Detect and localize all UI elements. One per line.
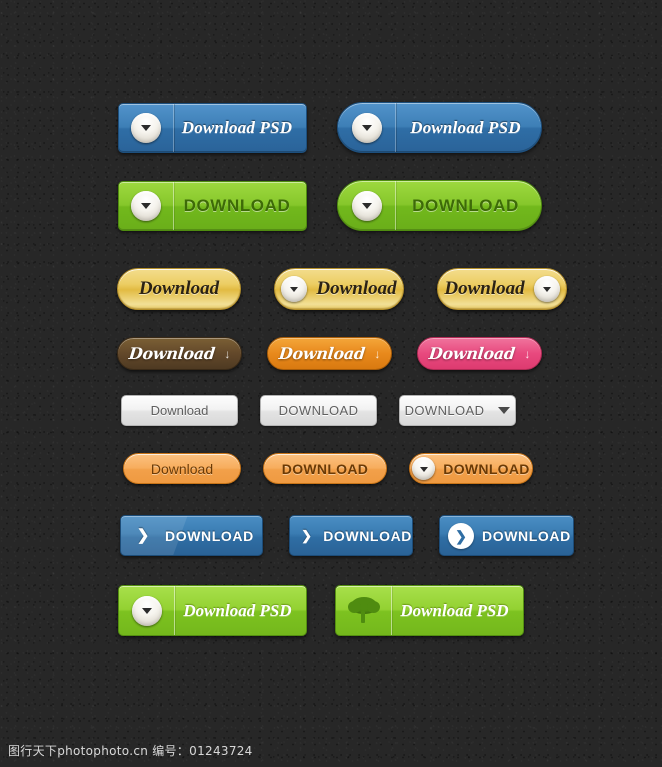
button-label: Download xyxy=(427,344,516,363)
button-blue-psd-square[interactable]: Download PSD xyxy=(118,102,307,153)
button-blue-psd-rounded[interactable]: Download PSD xyxy=(337,102,542,153)
button-label: DOWNLOAD xyxy=(482,527,571,544)
button-script-brown[interactable]: Download ↓ xyxy=(117,337,242,370)
button-script-orange[interactable]: Download ↓ xyxy=(267,337,392,370)
button-label: DOWNLOAD xyxy=(278,403,359,418)
button-label: Download xyxy=(138,278,220,299)
chevron-right-icon: ❯ xyxy=(136,527,150,544)
row-script: Download ↓ Download ↓ Download ↓ xyxy=(117,337,542,370)
button-label: Download PSD xyxy=(181,117,293,137)
button-label: DOWNLOAD xyxy=(443,460,530,477)
row-blue-psd: Download PSD Download PSD xyxy=(118,102,542,153)
button-green-download-rounded[interactable]: DOWNLOAD xyxy=(337,180,542,231)
row-gray: Download DOWNLOAD DOWNLOAD xyxy=(121,395,516,426)
watermark-footer: 图行天下photophoto.cn 编号：01243724 xyxy=(8,744,253,758)
row-blue-arrow: ❯ DOWNLOAD ❯ DOWNLOAD ❯ DOWNLOAD xyxy=(120,515,574,556)
chevron-down-circle-icon xyxy=(338,103,396,152)
button-orange-title-case[interactable]: Download xyxy=(123,453,241,484)
button-green-download-square[interactable]: DOWNLOAD xyxy=(118,180,307,231)
chevron-down-circle-icon xyxy=(281,276,308,302)
chevron-down-circle-icon xyxy=(338,181,396,230)
arrow-down-icon: ↓ xyxy=(524,346,531,361)
button-orange-upper-case[interactable]: DOWNLOAD xyxy=(263,453,387,484)
button-script-pink[interactable]: Download ↓ xyxy=(417,337,542,370)
button-gray-dropdown[interactable]: DOWNLOAD xyxy=(399,395,516,426)
row-gold: Download Download Download xyxy=(117,268,567,310)
button-label: Download PSD xyxy=(183,600,292,620)
button-blue-arrow-circle[interactable]: ❯ DOWNLOAD xyxy=(439,515,574,556)
button-label: DOWNLOAD xyxy=(165,527,254,544)
button-gray-upper-case[interactable]: DOWNLOAD xyxy=(260,395,377,426)
chevron-down-circle-icon xyxy=(119,181,174,230)
button-label: DOWNLOAD xyxy=(323,527,412,544)
chevron-down-circle-icon xyxy=(412,457,436,480)
button-label: Download PSD xyxy=(400,600,509,620)
button-label: DOWNLOAD xyxy=(412,195,519,215)
button-label: DOWNLOAD xyxy=(281,460,369,477)
chevron-right-icon: ❯ xyxy=(301,528,313,543)
chevron-right-circle-icon: ❯ xyxy=(440,516,482,555)
button-blue-arrow-wide[interactable]: ❯ DOWNLOAD xyxy=(120,515,263,556)
button-gray-title-case[interactable]: Download xyxy=(121,395,238,426)
button-gold-icon-right[interactable]: Download xyxy=(437,268,567,310)
button-green-psd-tree[interactable]: Download PSD xyxy=(335,585,524,636)
row-green-psd: Download PSD Download PSD xyxy=(118,585,524,636)
button-gold-icon-left[interactable]: Download xyxy=(274,268,404,310)
button-label: Download PSD xyxy=(410,117,521,137)
button-label: Download xyxy=(277,344,366,363)
chevron-down-circle-icon xyxy=(119,586,175,635)
button-label: DOWNLOAD xyxy=(183,195,291,215)
button-orange-with-icon[interactable]: DOWNLOAD xyxy=(409,453,533,484)
button-label: Download xyxy=(444,278,525,299)
button-label: Download xyxy=(127,344,216,363)
arrow-down-icon: ↓ xyxy=(374,346,381,361)
triangle-down-icon[interactable] xyxy=(498,407,511,414)
button-blue-arrow-medium[interactable]: ❯ DOWNLOAD xyxy=(289,515,413,556)
chevron-down-circle-icon xyxy=(533,276,560,302)
button-gold-plain[interactable]: Download xyxy=(117,268,241,310)
row-orange: Download DOWNLOAD DOWNLOAD xyxy=(123,453,533,484)
button-label: Download xyxy=(150,403,209,418)
button-showcase-canvas: Download PSD Download PSD DOWNLOAD DOWNL… xyxy=(0,0,662,767)
button-label: Download xyxy=(150,460,214,477)
button-label: Download xyxy=(316,278,397,299)
button-green-psd-chevron[interactable]: Download PSD xyxy=(118,585,307,636)
button-label: DOWNLOAD xyxy=(404,403,485,418)
chevron-down-circle-icon xyxy=(119,103,174,152)
row-green-download: DOWNLOAD DOWNLOAD xyxy=(118,180,542,231)
arrow-down-icon: ↓ xyxy=(224,346,231,361)
tree-icon xyxy=(336,586,392,635)
